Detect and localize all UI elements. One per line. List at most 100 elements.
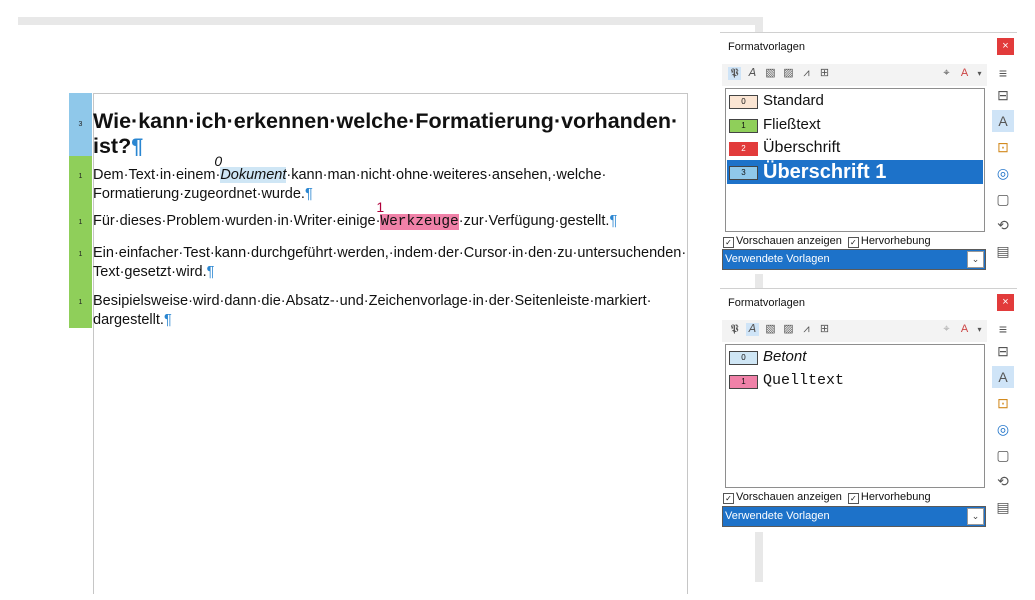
list-item-ueberschrift[interactable]: 2 Überschrift — [727, 137, 983, 159]
document-heading[interactable]: Wie·kann·ich·erkennen·welche·Formatierun… — [93, 109, 693, 159]
page-shadow-top — [18, 17, 763, 25]
panel-header: Formatvorlagen × — [720, 32, 1017, 61]
highlight-checkbox[interactable]: ✓ — [847, 493, 859, 504]
character-styles-icon[interactable]: 𝘈 — [746, 67, 759, 80]
style-name: Betont — [763, 348, 807, 365]
manage-changes-icon[interactable]: ▤ — [992, 240, 1014, 262]
style-level-label-p2: 1 — [78, 218, 83, 226]
style-number-badge: 3 — [729, 166, 758, 180]
styles-list: 0 Betont 1 Quelltext — [725, 344, 985, 488]
close-icon[interactable]: × — [997, 294, 1014, 311]
styles-list: 0 Standard 1 Fließtext 2 Überschrift 3 Ü… — [725, 88, 985, 232]
style-filter-select[interactable]: Verwendete Vorlagen ⌄ — [722, 249, 986, 270]
panel-title: Formatvorlagen — [728, 41, 806, 53]
styles-toolbar: 𝕻 𝘈 ▧ ▨ ⩘ ⊞ ⌖ A ▾ — [722, 64, 987, 86]
style-name: Quelltext — [763, 372, 845, 389]
list-item-standard[interactable]: 0 Standard — [727, 90, 983, 112]
styles-panel-character: Formatvorlagen × 𝕻 𝘈 ▧ ▨ ⩘ ⊞ ⌖ A ▾ 0 Bet… — [720, 288, 1017, 532]
paragraph-1[interactable]: Dem·Text·in·einem· 0 Dokument·kann·man·nic… — [93, 153, 693, 204]
table-styles-icon[interactable]: ⊞ — [818, 67, 831, 80]
pilcrow: ¶ — [206, 264, 215, 280]
preview-checkbox[interactable]: ✓ — [723, 493, 734, 504]
list-styles-icon[interactable]: ⩘ — [800, 67, 813, 80]
paragraph-styles-icon[interactable]: 𝕻 — [728, 323, 741, 336]
styles-panel-paragraph: Formatvorlagen × 𝕻 𝘈 ▧ ▨ ⩘ ⊞ ⌖ A ▾ 0 Sta… — [720, 32, 1017, 274]
gallery-icon[interactable]: ⊡ — [992, 392, 1014, 414]
new-style-icon[interactable]: A — [958, 323, 971, 336]
highlight-label: Hervorhebung — [860, 491, 931, 503]
style-level-bar-heading: 3 — [69, 93, 92, 156]
panel-title: Formatvorlagen — [728, 297, 806, 309]
preview-label: Vorschauen anzeigen — [736, 491, 842, 503]
source-text: Werkzeuge — [380, 214, 459, 230]
character-styles-icon[interactable]: 𝘈 — [746, 323, 759, 336]
navigator-icon[interactable]: ◎ — [992, 418, 1014, 440]
pilcrow: ¶ — [609, 213, 618, 229]
style-name: Fließtext — [763, 116, 821, 133]
chevron-down-icon[interactable]: ▾ — [973, 323, 986, 336]
paragraph-3[interactable]: Ein·einfacher·Test·kann·durchgeführt·wer… — [93, 244, 693, 282]
style-filter-value: Verwendete Vorlagen — [725, 253, 830, 265]
styles-icon[interactable]: A — [992, 110, 1014, 132]
page-icon[interactable]: ▢ — [992, 188, 1014, 210]
paragraph-2[interactable]: Für·dieses·Problem·wurden·in·Writer·eini… — [93, 199, 693, 232]
list-styles-icon[interactable]: ⩘ — [800, 323, 813, 336]
preview-options: ✓ Vorschauen anzeigen ✓ Hervorhebung — [723, 235, 931, 248]
style-inspector-icon[interactable]: ⟲ — [992, 214, 1014, 236]
style-level-label-p4: 1 — [78, 298, 83, 306]
emphasis-anchor: 0 Dokument — [214, 153, 287, 185]
style-name: Überschrift 1 — [763, 161, 887, 183]
pilcrow: ¶ — [304, 186, 313, 202]
chevron-down-icon[interactable]: ⌄ — [967, 508, 984, 525]
chevron-down-icon[interactable]: ▾ — [973, 67, 986, 80]
fill-format-icon[interactable]: ⌖ — [940, 323, 953, 336]
new-style-icon[interactable]: A — [958, 67, 971, 80]
manage-changes-icon[interactable]: ▤ — [992, 496, 1014, 518]
preview-label: Vorschauen anzeigen — [736, 235, 842, 247]
sidebar-deck: ≡ ⊟ A ⊡ ◎ ▢ ⟲ ▤ — [990, 62, 1016, 274]
code-anchor: 1 Werkzeuge — [376, 199, 459, 232]
gallery-icon[interactable]: ⊡ — [992, 136, 1014, 158]
highlight-label: Hervorhebung — [860, 235, 931, 247]
style-level-label-p3: 1 — [78, 250, 83, 258]
style-name: Überschrift — [763, 139, 841, 156]
list-item-betont[interactable]: 0 Betont — [727, 346, 983, 368]
pilcrow: ¶ — [131, 134, 144, 158]
paragraph-styles-icon[interactable]: 𝕻 — [728, 67, 741, 80]
style-inspector-icon[interactable]: ⟲ — [992, 470, 1014, 492]
style-number-badge: 1 — [729, 375, 758, 389]
style-name: Standard — [763, 92, 824, 109]
style-number-badge: 0 — [729, 351, 758, 365]
page-icon[interactable]: ▢ — [992, 444, 1014, 466]
style-level-label-p1: 1 — [78, 172, 83, 180]
panel-header: Formatvorlagen × — [720, 288, 1017, 317]
properties-icon[interactable]: ⊟ — [992, 340, 1014, 362]
styles-icon[interactable]: A — [992, 366, 1014, 388]
frame-styles-icon[interactable]: ▧ — [764, 67, 777, 80]
style-number-badge: 2 — [729, 142, 758, 156]
preview-checkbox[interactable]: ✓ — [723, 237, 734, 248]
fill-format-icon[interactable]: ⌖ — [940, 67, 953, 80]
list-item-fliesstext[interactable]: 1 Fließtext — [727, 114, 983, 136]
menu-icon[interactable]: ≡ — [992, 62, 1014, 84]
style-filter-select[interactable]: Verwendete Vorlagen ⌄ — [722, 506, 986, 527]
style-number-badge: 0 — [729, 95, 758, 109]
char-style-number-1: 1 — [376, 199, 385, 215]
navigator-icon[interactable]: ◎ — [992, 162, 1014, 184]
style-filter-value: Verwendete Vorlagen — [725, 510, 830, 522]
frame-styles-icon[interactable]: ▧ — [764, 323, 777, 336]
close-icon[interactable]: × — [997, 38, 1014, 55]
highlight-checkbox[interactable]: ✓ — [847, 237, 859, 248]
pilcrow: ¶ — [163, 312, 172, 328]
list-item-ueberschrift-1[interactable]: 3 Überschrift 1 — [727, 160, 983, 184]
properties-icon[interactable]: ⊟ — [992, 84, 1014, 106]
table-styles-icon[interactable]: ⊞ — [818, 323, 831, 336]
char-style-number-0: 0 — [214, 153, 223, 169]
page-styles-icon[interactable]: ▨ — [782, 67, 795, 80]
chevron-down-icon[interactable]: ⌄ — [967, 251, 984, 268]
menu-icon[interactable]: ≡ — [992, 318, 1014, 340]
paragraph-4[interactable]: Besipielsweise·wird·dann·die·Absatz-·und… — [93, 292, 693, 330]
page-styles-icon[interactable]: ▨ — [782, 323, 795, 336]
style-number-badge: 1 — [729, 119, 758, 133]
list-item-quelltext[interactable]: 1 Quelltext — [727, 370, 983, 392]
